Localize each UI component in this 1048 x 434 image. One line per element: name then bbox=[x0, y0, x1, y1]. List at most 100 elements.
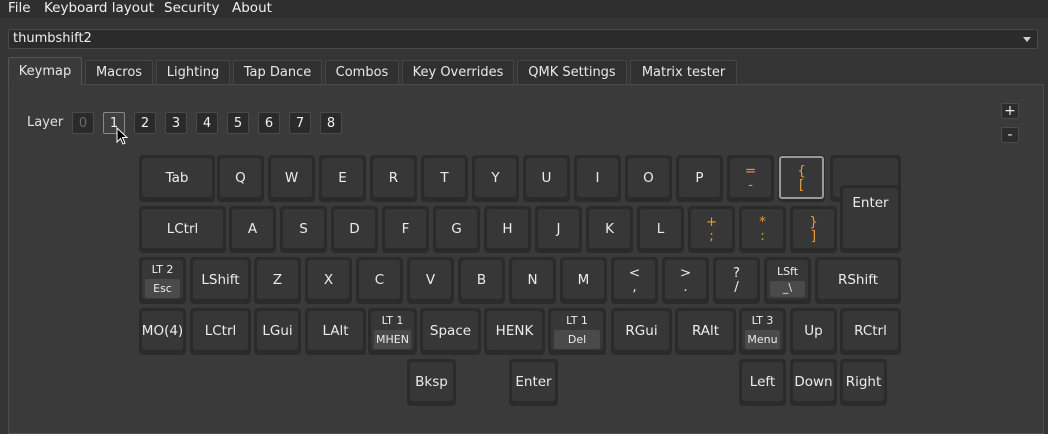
key-rshift[interactable]: RShift bbox=[815, 257, 901, 304]
key-o[interactable]: O bbox=[625, 155, 672, 202]
key-label: RAlt bbox=[678, 311, 733, 350]
key-e[interactable]: E bbox=[319, 155, 366, 202]
key-t[interactable]: T bbox=[421, 155, 468, 202]
key-base-legend: . bbox=[683, 278, 688, 295]
key-mo4[interactable]: MO(4) bbox=[139, 308, 186, 355]
key-left[interactable]: Left bbox=[739, 359, 786, 406]
key-enter-thumb[interactable]: Enter bbox=[509, 359, 558, 406]
key-y[interactable]: Y bbox=[472, 155, 519, 202]
key-label: L bbox=[640, 209, 681, 248]
tab-tap-dance[interactable]: Tap Dance bbox=[233, 60, 322, 84]
key-plus-semicolon[interactable]: +; bbox=[688, 206, 735, 253]
tab-lighting[interactable]: Lighting bbox=[156, 60, 230, 84]
key-star-colon[interactable]: *: bbox=[739, 206, 786, 253]
key-label: W bbox=[271, 158, 312, 197]
layer-button-2[interactable]: 2 bbox=[134, 112, 156, 134]
key-lshift[interactable]: LShift bbox=[190, 257, 251, 304]
add-layer-button[interactable]: + bbox=[1001, 103, 1019, 119]
key-lt1-del[interactable]: LT 1 Del bbox=[548, 308, 606, 355]
key-lt2-esc[interactable]: LT 2 Esc bbox=[139, 257, 186, 304]
key-i[interactable]: I bbox=[574, 155, 621, 202]
key-brace-bracket[interactable]: {[ bbox=[778, 155, 825, 202]
key-lt3-menu[interactable]: LT 3 Menu bbox=[739, 308, 786, 355]
layer-button-7[interactable]: 7 bbox=[289, 112, 311, 134]
menu-file[interactable]: File bbox=[8, 0, 31, 18]
key-d[interactable]: D bbox=[331, 206, 378, 253]
key-tab[interactable]: Tab bbox=[139, 155, 215, 202]
key-h[interactable]: H bbox=[484, 206, 531, 253]
key-k[interactable]: K bbox=[586, 206, 633, 253]
key-lgui[interactable]: LGui bbox=[254, 308, 301, 355]
key-label: K bbox=[589, 209, 630, 248]
key-label: Up bbox=[793, 311, 834, 350]
key-lsft-backslash[interactable]: LSft _\ bbox=[764, 257, 811, 304]
key-base-legend: : bbox=[760, 227, 765, 244]
key-shift-legend: < bbox=[628, 264, 641, 281]
key-label: V bbox=[410, 260, 451, 299]
menu-keyboard-layout[interactable]: Keyboard layout bbox=[44, 0, 154, 18]
layer-button-4[interactable]: 4 bbox=[196, 112, 218, 134]
key-henk[interactable]: HENK bbox=[484, 308, 545, 355]
key-rgui[interactable]: RGui bbox=[611, 308, 672, 355]
tab-combos[interactable]: Combos bbox=[325, 60, 399, 84]
key-w[interactable]: W bbox=[268, 155, 315, 202]
key-label: {[ bbox=[779, 156, 824, 199]
key-v[interactable]: V bbox=[407, 257, 454, 304]
key-less-comma[interactable]: <, bbox=[611, 257, 658, 304]
key-p[interactable]: P bbox=[676, 155, 723, 202]
menu-about[interactable]: About bbox=[232, 0, 272, 18]
key-label: LCtrl bbox=[142, 209, 223, 248]
key-bksp[interactable]: Bksp bbox=[407, 359, 456, 406]
key-greater-period[interactable]: >. bbox=[662, 257, 709, 304]
key-s[interactable]: S bbox=[280, 206, 327, 253]
tab-key-overrides[interactable]: Key Overrides bbox=[402, 60, 514, 84]
layer-button-8[interactable]: 8 bbox=[320, 112, 342, 134]
keyboard-select[interactable]: thumbshift2 bbox=[8, 29, 1038, 49]
tab-qmk-settings[interactable]: QMK Settings bbox=[517, 60, 627, 84]
key-label: A bbox=[232, 209, 273, 248]
key-f[interactable]: F bbox=[382, 206, 429, 253]
key-rctrl[interactable]: RCtrl bbox=[840, 308, 901, 355]
layer-button-3[interactable]: 3 bbox=[165, 112, 187, 134]
key-c[interactable]: C bbox=[356, 257, 403, 304]
key-lalt[interactable]: LAlt bbox=[305, 308, 366, 355]
key-label: LT 1 MHEN bbox=[371, 311, 414, 350]
key-lt1-mhen[interactable]: LT 1 MHEN bbox=[368, 308, 417, 355]
key-x[interactable]: X bbox=[305, 257, 352, 304]
key-lctrl-bottom[interactable]: LCtrl bbox=[190, 308, 251, 355]
key-a[interactable]: A bbox=[229, 206, 276, 253]
key-down[interactable]: Down bbox=[790, 359, 837, 406]
keyboard-select-value: thumbshift2 bbox=[13, 31, 92, 46]
key-label: *: bbox=[742, 209, 783, 248]
tab-keymap[interactable]: Keymap bbox=[8, 57, 82, 85]
menu-security[interactable]: Security bbox=[164, 0, 219, 18]
key-equal-minus[interactable]: = - bbox=[727, 155, 774, 202]
key-question-slash[interactable]: ? / bbox=[713, 257, 760, 304]
key-n[interactable]: N bbox=[509, 257, 556, 304]
key-label: B bbox=[461, 260, 502, 299]
tab-matrix-tester[interactable]: Matrix tester bbox=[630, 60, 737, 84]
tab-macros[interactable]: Macros bbox=[85, 60, 153, 84]
key-up[interactable]: Up bbox=[790, 308, 837, 355]
key-r[interactable]: R bbox=[370, 155, 417, 202]
key-q[interactable]: Q bbox=[217, 155, 264, 202]
key-enter[interactable]: Enter bbox=[840, 185, 901, 253]
key-b[interactable]: B bbox=[458, 257, 505, 304]
key-z[interactable]: Z bbox=[254, 257, 301, 304]
key-l[interactable]: L bbox=[637, 206, 684, 253]
remove-layer-button[interactable]: - bbox=[1001, 127, 1019, 143]
key-g[interactable]: G bbox=[433, 206, 480, 253]
key-lctrl[interactable]: LCtrl bbox=[139, 206, 226, 253]
key-ralt[interactable]: RAlt bbox=[675, 308, 736, 355]
key-label: U bbox=[526, 158, 567, 197]
key-label: RGui bbox=[614, 311, 669, 350]
key-u[interactable]: U bbox=[523, 155, 570, 202]
layer-button-6[interactable]: 6 bbox=[258, 112, 280, 134]
key-right[interactable]: Right bbox=[840, 359, 887, 406]
key-space[interactable]: Space bbox=[420, 308, 481, 355]
key-rbrace-rbracket[interactable]: }] bbox=[790, 206, 837, 253]
key-m[interactable]: M bbox=[560, 257, 607, 304]
layer-button-0[interactable]: 0 bbox=[72, 112, 94, 134]
key-j[interactable]: J bbox=[535, 206, 582, 253]
layer-button-5[interactable]: 5 bbox=[227, 112, 249, 134]
